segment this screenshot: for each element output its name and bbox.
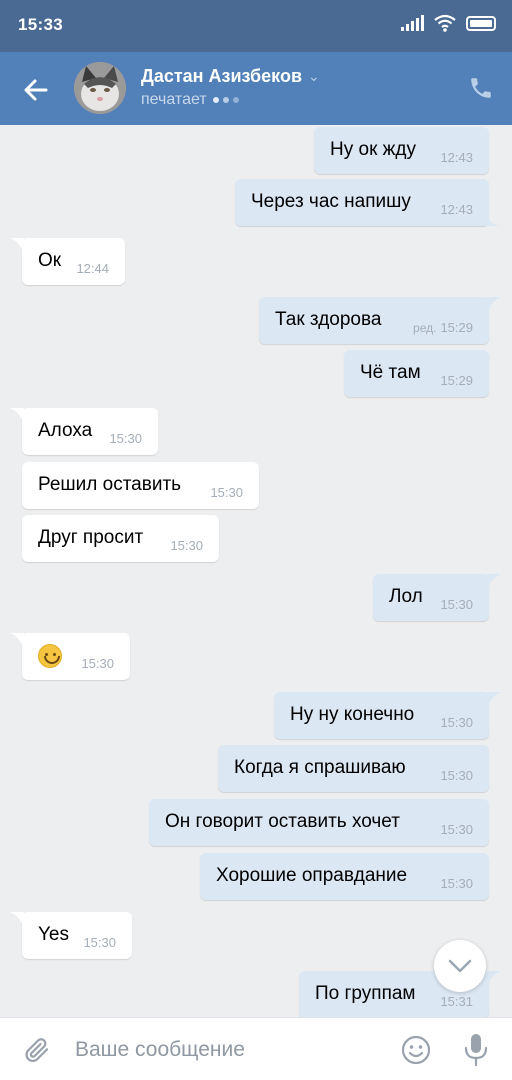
message-text: Ну ок жду: [330, 139, 416, 160]
message-outgoing[interactable]: Когда я спрашиваю 15:30: [218, 745, 489, 792]
message-time: 12:43: [440, 202, 473, 217]
message-incoming[interactable]: Друг просит 15:30: [22, 515, 219, 562]
smiley-icon[interactable]: [400, 1034, 432, 1066]
message-time: 15:30: [109, 431, 142, 446]
message-text: Ну ну конечно: [290, 704, 415, 725]
message-list[interactable]: Ну ок жду 12:43 Через час напишу 12:43 О…: [0, 125, 512, 1017]
message-incoming[interactable]: Ок 12:44: [10, 238, 125, 285]
message-composer: Ваше сообщение: [0, 1017, 512, 1080]
status-bar: 15:33: [0, 0, 512, 52]
message-time: 15:30: [170, 538, 203, 553]
contact-info[interactable]: Дастан Азизбеков ⌄ печатает: [141, 66, 320, 109]
signal-icon: [401, 15, 424, 31]
battery-icon: [466, 15, 496, 31]
message-time: 15:30: [210, 485, 243, 500]
message-time: 15:30: [440, 876, 473, 891]
message-emoji: [38, 644, 62, 674]
phone-icon[interactable]: [468, 75, 494, 101]
message-text: Когда я спрашиваю: [234, 757, 406, 778]
message-incoming[interactable]: 15:30: [10, 633, 130, 680]
arrow-left-icon[interactable]: [20, 74, 52, 106]
message-text: Ок: [38, 250, 62, 271]
message-time: 15:30: [440, 597, 473, 612]
status-time: 15:33: [18, 15, 63, 34]
message-outgoing[interactable]: Так здорова ред. 15:29: [259, 297, 501, 344]
message-time: 15:30: [440, 768, 473, 783]
message-text: Хорошие оправдание: [216, 865, 408, 886]
wifi-icon: [434, 14, 456, 32]
chevron-down-icon: ⌄: [308, 68, 320, 84]
paperclip-icon[interactable]: [22, 1035, 52, 1065]
message-time: ред. 15:29: [413, 320, 473, 335]
message-outgoing[interactable]: Ну ок жду 12:43: [314, 127, 489, 174]
message-text: Лол: [389, 586, 423, 607]
message-text: Чё там: [360, 362, 421, 383]
message-text: По группам: [315, 983, 416, 1004]
message-incoming[interactable]: Алоха 15:30: [10, 408, 158, 455]
message-outgoing[interactable]: Лол 15:30: [373, 574, 501, 621]
smiling-face-icon: [38, 644, 62, 668]
message-text: Решил оставить: [38, 474, 182, 495]
message-input[interactable]: Ваше сообщение: [75, 1038, 245, 1062]
message-text: Алоха: [38, 420, 93, 441]
message-time: 15:30: [440, 715, 473, 730]
message-outgoing[interactable]: Он говорит оставить хочет 15:30: [149, 799, 489, 846]
message-text: Он говорит оставить хочет: [165, 811, 400, 832]
message-time: 12:44: [76, 261, 109, 276]
scroll-down-button[interactable]: [434, 940, 486, 992]
message-text: Друг просит: [38, 527, 144, 548]
message-time: 12:43: [440, 150, 473, 165]
chat-header: Дастан Азизбеков ⌄ печатает: [0, 52, 512, 125]
message-time: 15:30: [440, 822, 473, 837]
contact-name: Дастан Азизбеков: [141, 66, 303, 86]
message-incoming[interactable]: Yes 15:30: [10, 912, 132, 959]
message-outgoing[interactable]: Чё там 15:29: [344, 350, 489, 397]
message-time: 15:29: [440, 373, 473, 388]
message-text: Yes: [38, 924, 69, 945]
message-time-value: 15:29: [440, 320, 473, 335]
message-outgoing[interactable]: Хорошие оправдание 15:30: [200, 853, 489, 900]
typing-dots-icon: [212, 97, 239, 103]
message-incoming[interactable]: Решил оставить 15:30: [22, 462, 259, 509]
message-text: Так здорова: [275, 309, 382, 330]
message-time: 15:30: [83, 935, 116, 950]
message-outgoing[interactable]: Ну ну конечно 15:30: [274, 692, 501, 739]
chevron-down-icon: [448, 959, 472, 973]
edited-label: ред.: [413, 321, 437, 335]
message-outgoing[interactable]: Через час напишу 12:43: [235, 179, 500, 226]
typing-status: печатает: [141, 91, 207, 108]
message-text: Через час напишу: [251, 191, 411, 212]
avatar[interactable]: [74, 62, 126, 114]
message-time: 15:30: [81, 656, 114, 671]
status-icons: [401, 14, 496, 32]
message-time: 15:31: [440, 994, 473, 1009]
microphone-icon[interactable]: [462, 1032, 490, 1068]
